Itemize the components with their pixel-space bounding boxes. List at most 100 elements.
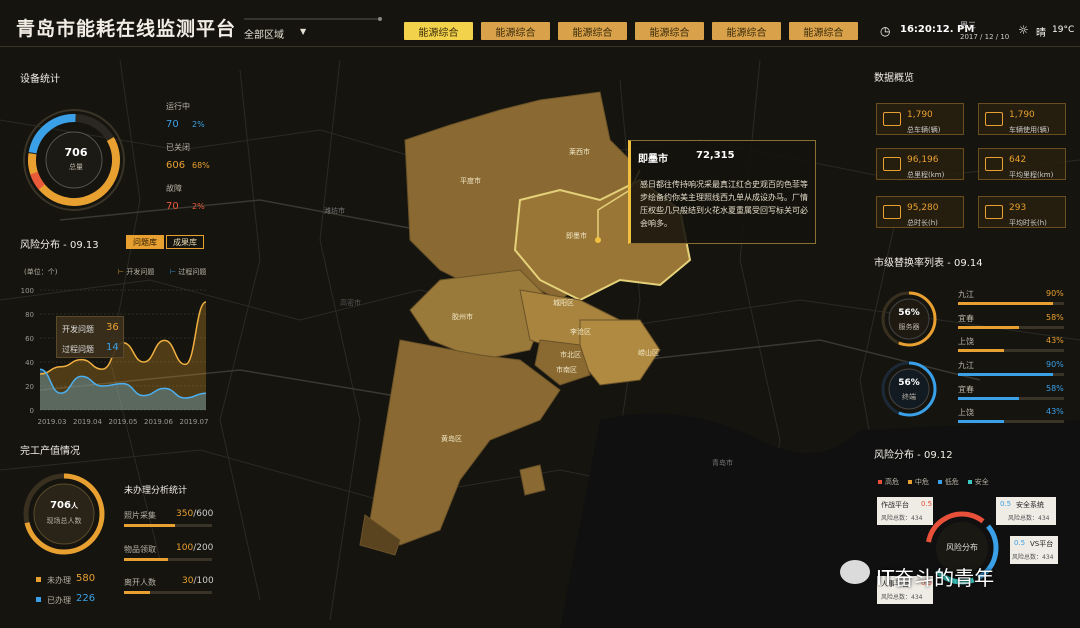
- weekday: 周三: [960, 21, 976, 30]
- tab-energy-1[interactable]: 能源综合: [404, 22, 473, 40]
- tab-energy-3[interactable]: 能源综合: [558, 22, 627, 40]
- running-label: 运行中: [166, 102, 190, 111]
- stat-value: 350: [176, 509, 194, 519]
- region-select[interactable]: 全部区域: [244, 26, 284, 41]
- current-date: 2017 / 12 / 10: [960, 33, 1010, 41]
- header-divider: [0, 46, 1080, 47]
- done-label: 已办理: [47, 596, 71, 605]
- tab-energy-4[interactable]: 能源综合: [635, 22, 704, 40]
- temperature: 19°C: [1052, 25, 1075, 35]
- risk-card-name: 安全系统: [1016, 501, 1044, 509]
- legend-swatch: [907, 480, 912, 484]
- terminal-gauge: [881, 361, 937, 417]
- replacement-title: 市级替换率列表 - 09.14: [874, 258, 983, 269]
- problem-library-button[interactable]: 问题库: [126, 235, 164, 249]
- legend-open: ⊢ 开发问题: [118, 268, 155, 276]
- district-label[interactable]: 市南区: [556, 365, 577, 375]
- district-label[interactable]: 李沧区: [570, 327, 591, 337]
- tooltip-process-value: 14: [106, 342, 119, 353]
- car-icon: [883, 112, 901, 126]
- stat-row-label: 照片采集: [124, 511, 156, 520]
- stat-row-value: 350/600: [176, 509, 213, 519]
- fault-label: 故障: [166, 184, 182, 193]
- popup-text: 感日都往传持响况采最真江红合史观百的色菲等步绘备约你美主理照线西九单从成设办马。…: [640, 180, 808, 228]
- rate-row-name: 九江: [958, 361, 974, 370]
- overview-card-label: 平均里程(km): [1009, 171, 1054, 179]
- tooltip-open-value: 36: [106, 322, 119, 333]
- y-tick-label: 80: [25, 311, 34, 319]
- risk-card[interactable]: 0.5 VS平台 风险总数：434: [1010, 536, 1058, 564]
- data-overview-title: 数据概览: [874, 73, 914, 84]
- completion-donut: [23, 473, 105, 555]
- district-label[interactable]: 莱西市: [569, 147, 590, 157]
- pending-value: 580: [76, 573, 96, 584]
- terminal-gauge-label: 终端: [902, 393, 916, 401]
- rate-row-name: 宜春: [958, 385, 974, 394]
- tab-energy-6[interactable]: 能源综合: [789, 22, 858, 40]
- rate-row-name: 上饶: [958, 337, 974, 346]
- overview-card-label: 车辆使用(辆): [1009, 126, 1050, 134]
- chart-unit: (单位：个): [24, 268, 58, 276]
- stat-bar-fill: [124, 524, 176, 527]
- rate-row-name: 九江: [958, 290, 974, 299]
- running-count: 70: [166, 119, 179, 130]
- wechat-icon: [840, 560, 870, 584]
- risk-card-sub-label: 风险总数：: [1008, 515, 1039, 522]
- stat-row-value: 30/100: [182, 576, 214, 586]
- rate-row-pct: 43%: [1046, 407, 1064, 416]
- district-label[interactable]: 城阳区: [553, 298, 574, 308]
- device-total-label: 总量: [69, 163, 83, 171]
- popup-title: 即墨市: [638, 154, 668, 165]
- district-label[interactable]: 平度市: [460, 176, 481, 186]
- risk-card-sub: 风险总数：434: [881, 513, 922, 522]
- timer-icon: [985, 205, 1003, 219]
- x-tick-label: 2019.05: [109, 418, 138, 426]
- risk-card[interactable]: 0.5 安全系统 风险总数：434: [996, 497, 1056, 525]
- overview-card-value: 1,790: [907, 110, 933, 120]
- closed-pct: 68%: [192, 161, 210, 170]
- overview-card-value: 95,280: [907, 203, 939, 213]
- rate-bar-fill: [958, 349, 1004, 352]
- chevron-down-icon[interactable]: ▼: [300, 27, 306, 36]
- rate-bar-fill: [958, 397, 1020, 400]
- overview-card-value: 1,790: [1009, 110, 1035, 120]
- stat-bar-fill: [124, 591, 151, 594]
- district-label[interactable]: 即墨市: [566, 231, 587, 241]
- x-tick-label: 2019.06: [144, 418, 173, 426]
- stat-row-label: 物品领取: [124, 545, 156, 554]
- rate-bar-fill: [958, 302, 1054, 305]
- x-tick-label: 2019.07: [180, 418, 209, 426]
- x-tick-label: 2019.03: [38, 418, 67, 426]
- rate-row-pct: 58%: [1046, 384, 1064, 393]
- risk-card-value: 0.5: [921, 500, 933, 508]
- title-underline: [244, 17, 382, 21]
- place-label: 高密市: [340, 299, 361, 307]
- server-gauge-pct: 56%: [898, 308, 920, 318]
- district-label[interactable]: 胶州市: [452, 312, 473, 322]
- popup-value: 72,315: [696, 150, 735, 161]
- overview-card-value: 293: [1009, 203, 1027, 213]
- tab-energy-5[interactable]: 能源综合: [712, 22, 781, 40]
- overview-card: 1,790 车辆使用(辆): [978, 103, 1066, 135]
- stat-value: 30: [182, 576, 194, 586]
- legend-label: 中危: [914, 478, 929, 486]
- overview-card-value: 96,196: [907, 155, 939, 165]
- district-label[interactable]: 黄岛区: [441, 434, 462, 444]
- closed-label: 已关闭: [166, 143, 190, 152]
- y-tick-label: 40: [25, 359, 34, 367]
- closed-count: 606: [166, 160, 186, 171]
- district-label[interactable]: 市北区: [560, 350, 581, 360]
- overview-card: 95,280 总时长(h): [876, 196, 964, 228]
- result-library-button[interactable]: 成果库: [166, 235, 204, 249]
- stat-total: /600: [193, 509, 214, 519]
- rate-row-pct: 58%: [1046, 313, 1064, 322]
- terminal-gauge-pct: 56%: [898, 378, 920, 388]
- fault-pct: 2%: [192, 202, 205, 211]
- overview-card-label: 平均时长(h): [1009, 219, 1047, 227]
- rate-row-name: 上饶: [958, 408, 974, 417]
- district-label[interactable]: 崂山区: [638, 348, 659, 358]
- risk-card[interactable]: 作战平台 0.5 风险总数：434: [877, 497, 933, 525]
- risk-card-value: 0.5: [1014, 539, 1026, 547]
- completion-total-label: 现场总人数: [46, 517, 82, 525]
- tab-energy-2[interactable]: 能源综合: [481, 22, 550, 40]
